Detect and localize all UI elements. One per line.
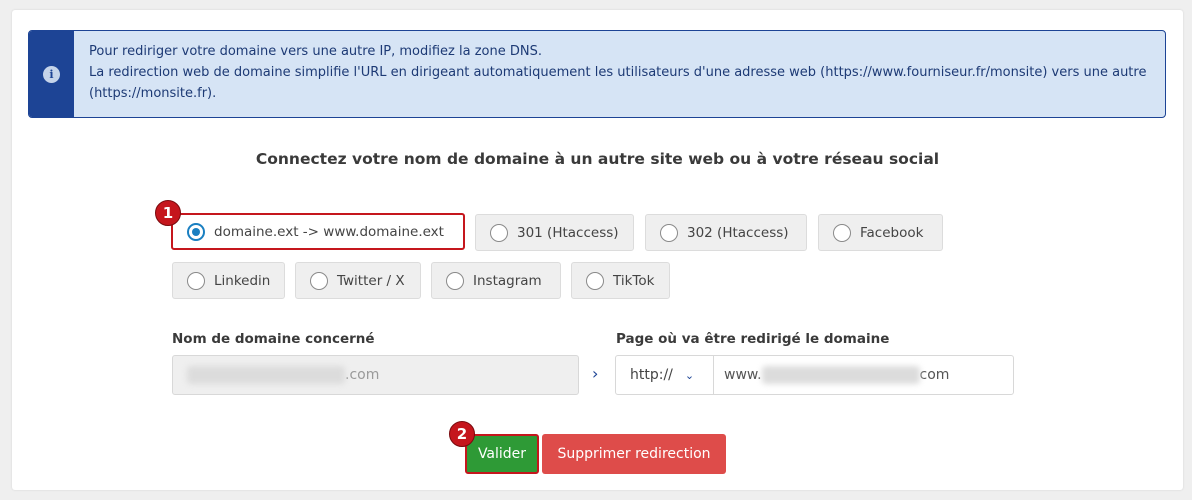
option-302[interactable]: 302 (Htaccess) — [645, 214, 807, 251]
redirection-card: i Pour rediriger votre domaine vers une … — [12, 10, 1183, 490]
radio-icon[interactable] — [490, 223, 508, 242]
option-label: TikTok — [613, 272, 655, 289]
option-label: domaine.ext -> www.domaine.ext — [214, 223, 444, 240]
target-url-suffix: com — [919, 367, 950, 383]
step-badge-2: 2 — [449, 421, 475, 447]
option-label: Instagram — [473, 272, 542, 289]
option-instagram[interactable]: Instagram — [431, 262, 561, 299]
source-domain-label: Nom de domaine concerné — [172, 331, 375, 347]
alert-line-2: La redirection web de domaine simplifie … — [89, 65, 1147, 101]
target-page-label: Page où va être redirigé le domaine — [616, 331, 890, 347]
section-title: Connectez votre nom de domaine à un autr… — [255, 150, 940, 168]
redacted-text — [187, 366, 345, 384]
radio-icon[interactable] — [833, 223, 851, 242]
alert-text: Pour rediriger votre domaine vers une au… — [89, 41, 1153, 104]
radio-icon[interactable] — [187, 222, 205, 241]
protocol-value: http:// — [630, 367, 673, 383]
chevron-right-icon: › — [592, 364, 599, 383]
redacted-text — [761, 366, 920, 384]
option-label: Twitter / X — [337, 272, 405, 289]
option-twitter[interactable]: Twitter / X — [295, 262, 421, 299]
option-linkedin[interactable]: Linkedin — [172, 262, 285, 299]
radio-icon[interactable] — [187, 271, 205, 290]
option-301[interactable]: 301 (Htaccess) — [475, 214, 634, 251]
source-domain-suffix: .com — [345, 367, 380, 383]
info-icon: i — [43, 65, 60, 83]
step-badge-1: 1 — [155, 200, 181, 226]
option-www-redirect[interactable]: domaine.ext -> www.domaine.ext — [171, 213, 465, 250]
option-tiktok[interactable]: TikTok — [571, 262, 670, 299]
validate-button[interactable]: Valider — [465, 434, 539, 474]
option-label: 301 (Htaccess) — [517, 224, 619, 241]
target-url-input[interactable]: www. com — [713, 355, 1014, 395]
option-label: Linkedin — [214, 272, 271, 289]
delete-redirection-button[interactable]: Supprimer redirection — [542, 434, 726, 474]
chevron-down-icon: ⌄ — [684, 368, 695, 382]
alert-sidebar: i — [29, 31, 74, 117]
option-label: 302 (Htaccess) — [687, 224, 789, 241]
option-label: Facebook — [860, 224, 924, 241]
alert-line-1: Pour rediriger votre domaine vers une au… — [89, 44, 542, 59]
radio-icon[interactable] — [586, 271, 604, 290]
radio-icon[interactable] — [446, 271, 464, 290]
radio-icon[interactable] — [660, 223, 678, 242]
target-url-prefix: www. — [724, 367, 762, 383]
source-domain-input[interactable]: .com — [172, 355, 579, 395]
radio-icon[interactable] — [310, 271, 328, 290]
info-alert: i Pour rediriger votre domaine vers une … — [28, 30, 1166, 118]
protocol-select[interactable]: http:// ⌄ — [615, 355, 714, 395]
option-facebook[interactable]: Facebook — [818, 214, 943, 251]
